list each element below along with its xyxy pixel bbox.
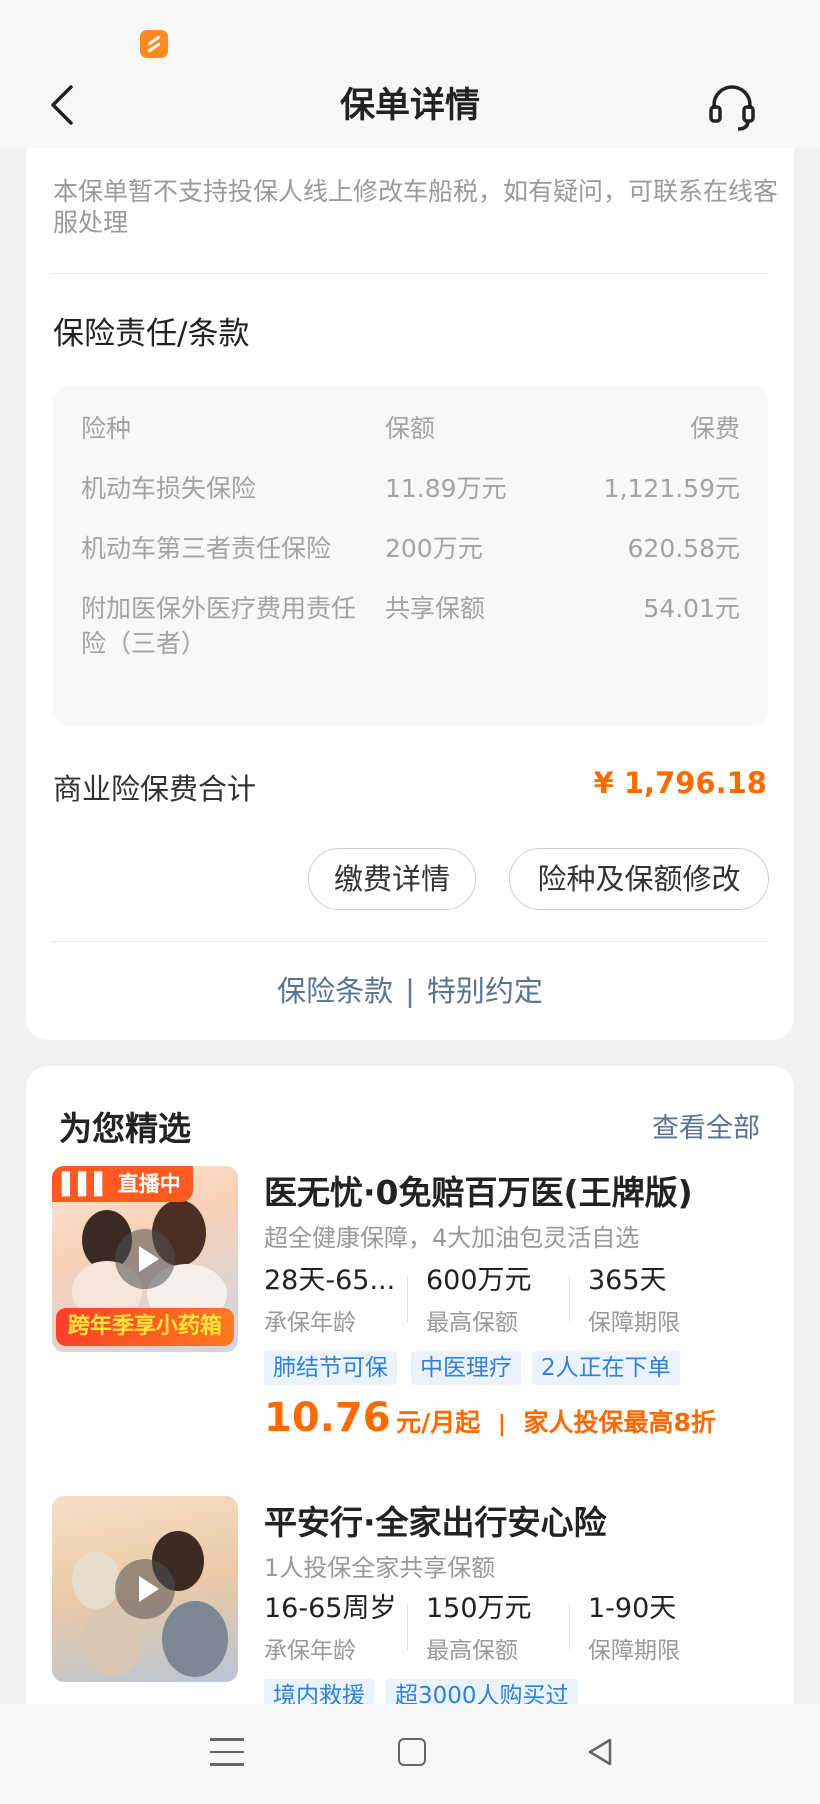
promo-banner: 跨年季享小药箱: [56, 1308, 234, 1346]
product-name: 医无忧·0免赔百万医(王牌版): [264, 1173, 693, 1212]
coverage-name: 机动车损失保险: [81, 474, 257, 503]
product-subtitle: 1人投保全家共享保额: [264, 1554, 496, 1582]
live-bars-icon: ▌▌▌: [62, 1172, 118, 1196]
top-nav-bar: 保单详情: [0, 65, 820, 148]
home-icon[interactable]: [398, 1738, 426, 1766]
recommendation-title: 为您精选: [59, 1109, 191, 1148]
price-line: 10.76 元/月起 | 家人投保最高8折: [264, 1395, 716, 1441]
link-separator: |: [405, 974, 415, 1008]
play-icon[interactable]: [115, 1229, 175, 1289]
product-video-thumbnail[interactable]: [52, 1496, 238, 1682]
stat-term: 365天 保障期限: [588, 1258, 738, 1337]
header-amount: 保额: [385, 414, 436, 443]
play-icon[interactable]: [115, 1559, 175, 1619]
tax-notice: 本保单暂不支持投保人线上修改车船税，如有疑问，可联系在线客服处理: [53, 177, 779, 237]
coverage-premium: 1,121.59元: [603, 474, 740, 503]
stat-value: 16-65周岁: [264, 1593, 397, 1624]
divider: [53, 273, 768, 274]
special-agreement-link[interactable]: 特别约定: [427, 974, 543, 1008]
promo-text: 家人投保最高8折: [523, 1408, 716, 1437]
product-subtitle: 超全健康保障，4大加油包灵活自选: [264, 1224, 640, 1252]
header-premium: 保费: [689, 414, 740, 443]
person-figure: [162, 1601, 228, 1677]
product-item[interactable]: ▌▌▌ 直播中 跨年季享小药箱 医无忧·0免赔百万医(王牌版) 超全健康保障，4…: [26, 1166, 794, 1446]
customer-service-headset-icon[interactable]: [704, 79, 760, 135]
total-premium-value: ¥ 1,796.18: [593, 766, 767, 800]
product-video-thumbnail[interactable]: ▌▌▌ 直播中 跨年季享小药箱: [52, 1166, 238, 1352]
product-tag: 2人正在下单: [532, 1351, 680, 1385]
stat-label: 保障期限: [588, 1638, 680, 1664]
coverage-premium: 54.01元: [643, 594, 740, 623]
status-bar: [0, 0, 820, 65]
stat-divider: [569, 1276, 570, 1322]
payment-details-button[interactable]: 缴费详情: [308, 848, 476, 910]
price-unit: 元/月起: [396, 1408, 481, 1437]
terms-links: 保险条款 | 特别约定: [26, 968, 794, 1010]
system-nav-bar: [0, 1704, 820, 1804]
stat-age: 28天-65... 承保年龄: [264, 1258, 414, 1337]
insurance-terms-link[interactable]: 保险条款: [277, 974, 393, 1008]
stat-term: 1-90天 保障期限: [588, 1586, 738, 1665]
stat-label: 保障期限: [588, 1310, 680, 1336]
modify-coverage-button[interactable]: 险种及保额修改: [509, 848, 769, 910]
stat-value: 1-90天: [588, 1593, 677, 1624]
stat-value: 28天-65...: [264, 1265, 396, 1296]
stat-age: 16-65周岁 承保年龄: [264, 1586, 414, 1665]
stat-value: 365天: [588, 1265, 667, 1296]
person-figure: [72, 1551, 120, 1609]
product-name: 平安行·全家出行安心险: [264, 1503, 607, 1542]
product-tag: 肺结节可保: [264, 1351, 397, 1385]
live-badge-label: 直播中: [117, 1172, 181, 1196]
back-triangle-icon[interactable]: [582, 1734, 618, 1770]
product-item[interactable]: 平安行·全家出行安心险 1人投保全家共享保额 16-65周岁 承保年龄 150万…: [26, 1496, 794, 1736]
header-coverage-type: 险种: [81, 414, 132, 443]
coverage-name: 附加医保外医疗费用责任险（三者）: [81, 594, 357, 658]
page-title: 保单详情: [339, 86, 480, 126]
coverage-amount: 11.89万元: [385, 474, 507, 503]
coverage-amount: 共享保额: [385, 594, 486, 623]
stat-label: 承保年龄: [264, 1638, 356, 1664]
section-title-coverage: 保险责任/条款: [53, 316, 250, 352]
divider: [53, 941, 768, 942]
view-all-link[interactable]: 查看全部: [652, 1106, 760, 1145]
stat-divider: [407, 1276, 408, 1322]
stat-max-coverage: 600万元 最高保额: [426, 1258, 576, 1337]
coverage-premium: 620.58元: [627, 534, 740, 563]
stat-max-coverage: 150万元 最高保额: [426, 1586, 576, 1665]
stat-value: 150万元: [426, 1593, 532, 1624]
recommendation-card: 为您精选 查看全部 ▌▌▌ 直播中 跨年季享小药箱 医无忧·0免赔百万医(王牌版…: [26, 1066, 794, 1804]
stat-divider: [569, 1604, 570, 1650]
total-premium-label: 商业险保费合计: [53, 772, 257, 806]
menu-icon[interactable]: [210, 1738, 244, 1768]
stat-divider: [407, 1604, 408, 1650]
price-value: 10.76: [264, 1395, 391, 1441]
coverage-amount: 200万元: [385, 534, 483, 563]
coverage-table: 险种 保额 保费 机动车损失保险 11.89万元 1,121.59元 机动车第三…: [53, 386, 768, 725]
product-tag: 中医理疗: [411, 1351, 521, 1385]
stat-value: 600万元: [426, 1265, 532, 1296]
policy-detail-card: 本保单暂不支持投保人线上修改车船税，如有疑问，可联系在线客服处理 保险责任/条款…: [26, 148, 794, 1040]
live-badge: ▌▌▌ 直播中: [52, 1166, 193, 1202]
coverage-name: 机动车第三者责任保险: [81, 534, 332, 563]
stat-label: 最高保额: [426, 1638, 518, 1664]
stat-label: 最高保额: [426, 1310, 518, 1336]
stat-label: 承保年龄: [264, 1310, 356, 1336]
price-separator: |: [497, 1412, 506, 1437]
app-notification-icon: [140, 30, 168, 58]
